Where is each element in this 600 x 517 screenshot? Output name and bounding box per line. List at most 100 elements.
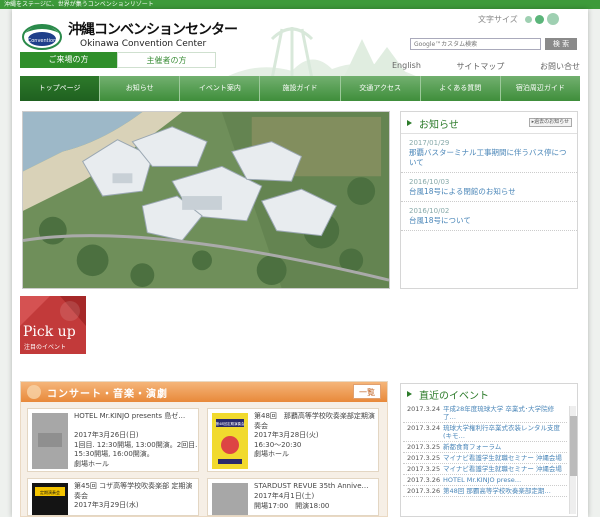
nav-top-page[interactable]: トップページ — [20, 76, 101, 101]
nav-access[interactable]: 交通アクセス — [340, 76, 421, 101]
recent-event-link[interactable]: 琉球大学権利行卒業式衣装レンタル支度(キモ… — [443, 424, 567, 440]
tagline: 沖縄をステージに、世界が集うコンベンションリゾート — [4, 1, 154, 8]
link-english[interactable]: English — [392, 61, 421, 73]
news-date: 2017/01/29 — [409, 139, 450, 147]
recent-event-link[interactable]: 平成28年度琉球大学 卒業式･大学院修了… — [443, 405, 567, 421]
recent-event-link[interactable]: 第48回 那覇高等学校吹奏楽部定期… — [443, 487, 567, 495]
event-poster-graphic: 定期演奏会 — [32, 483, 68, 515]
site-search-input[interactable] — [410, 38, 541, 50]
concert-section: コンサート・音楽・演劇 一覧 HOTEL Mr.KINJO presents 島… — [20, 381, 388, 517]
event-info: 第45回 コザ高等学校吹奏楽部 定期演奏会 2017年3月29日(水) — [74, 482, 198, 511]
news-link[interactable]: 台風18号について — [409, 216, 569, 226]
recent-bullet-icon — [407, 391, 412, 397]
event-card[interactable]: 定期演奏会 第45回 コザ高等学校吹奏楽部 定期演奏会 2017年3月29日(水… — [27, 478, 199, 516]
font-size-control: 文字サイズ — [478, 13, 559, 25]
list-item[interactable]: 2017.3.26 第48回 那覇高等学校吹奏楽部定期… — [403, 486, 567, 497]
recent-event-date: 2017.3.26 — [407, 476, 441, 484]
logo-emblem-text: Convention — [28, 38, 57, 44]
pickup-title: Pick up — [23, 324, 76, 340]
event-poster-text: 定期演奏会 — [40, 489, 60, 495]
news-panel: お知らせ ▸過去のお知らせ 2017/01/29 那覇バスターミナル工事期間に伴… — [400, 111, 578, 289]
concert-title: コンサート・音楽・演劇 — [47, 389, 168, 400]
nav-faq[interactable]: よくある質問 — [420, 76, 501, 101]
recent-event-date: 2017.3.25 — [407, 443, 441, 451]
news-link[interactable]: 台風18号による閉館のお知らせ — [409, 187, 569, 197]
list-item[interactable]: 2017.3.25 新都食育フォーラム — [403, 442, 567, 453]
font-size-medium-button[interactable] — [534, 14, 544, 24]
event-detail: 開場17:00 開演18:00 — [254, 501, 330, 510]
event-date: 2017年3月29日(水) — [74, 501, 139, 509]
page-container: Convention 沖縄コンベンションセンター Okinawa Convent… — [12, 9, 588, 517]
event-poster: 第48回定期演奏会 — [212, 413, 248, 469]
logo-emblem-icon: Convention — [22, 24, 62, 50]
event-title[interactable]: 第45回 コザ高等学校吹奏楽部 定期演奏会 — [74, 482, 198, 501]
event-detail: 1回目. 12:30開場, 13:00開演。2回目. 15:30開場, 16:0… — [74, 440, 198, 459]
event-detail: 16:30～20:30 — [254, 440, 302, 449]
event-thumbnail — [32, 413, 68, 469]
scrollbar-thumb[interactable] — [570, 416, 577, 476]
recent-event-link[interactable]: マイナビ看護学生就職セミナー 沖縄会場 — [443, 465, 567, 473]
event-date: 2017年4月1日(土) — [254, 492, 315, 500]
nav-news[interactable]: お知らせ — [100, 76, 181, 101]
audience-tabs: ご来場の方 主催者の方 — [20, 52, 216, 68]
nav-accommodation[interactable]: 宿泊周辺ガイド — [500, 76, 580, 101]
recent-events-panel: 直近のイベント 2017.3.24 平成28年度琉球大学 卒業式･大学院修了… 2… — [400, 383, 578, 517]
news-item[interactable]: 2016/10/03 台風18号による閉館のお知らせ — [401, 173, 577, 202]
pickup-banner[interactable]: Pick up 注目のイベント — [20, 296, 86, 354]
event-title[interactable]: 第48回 那覇高等学校吹奏楽部定期演奏会 — [254, 412, 378, 431]
concert-list-button[interactable]: 一覧 — [353, 384, 381, 399]
event-poster-text: 第48回定期演奏会 — [216, 421, 245, 426]
event-card[interactable]: STARDUST REVUE 35th Annive… 2017年4月1日(土)… — [207, 478, 379, 516]
site-logo[interactable]: Convention 沖縄コンベンションセンター Okinawa Convent… — [20, 13, 238, 55]
event-card[interactable]: HOTEL Mr.KINJO presents 島ゼ… 2017年3月26日(日… — [27, 408, 199, 472]
event-date: 2017年3月26日(日) — [74, 431, 139, 439]
list-item[interactable]: 2017.3.25 マイナビ看護学生就職セミナー 沖縄会場 — [403, 464, 567, 475]
event-venue: 劇場ホール — [254, 450, 289, 458]
event-info: HOTEL Mr.KINJO presents 島ゼ… 2017年3月26日(日… — [74, 412, 198, 469]
event-title[interactable]: HOTEL Mr.KINJO presents 島ゼ… — [74, 412, 198, 431]
recent-event-link[interactable]: 新都食育フォーラム — [443, 443, 567, 451]
event-poster-graphic: 第48回定期演奏会 — [212, 413, 248, 469]
logo-english-name: Okinawa Convention Center — [80, 39, 207, 49]
news-header: お知らせ ▸過去のお知らせ — [401, 112, 577, 134]
past-news-link[interactable]: ▸過去のお知らせ — [528, 118, 572, 127]
news-date: 2016/10/02 — [409, 207, 450, 215]
utility-links: English サイトマップ お問い合せ — [392, 61, 580, 73]
news-item[interactable]: 2017/01/29 那覇バスターミナル工事期間に伴うバス停について — [401, 134, 577, 173]
event-info: STARDUST REVUE 35th Annive… 2017年4月1日(土)… — [254, 482, 378, 511]
news-title: お知らせ — [419, 120, 459, 131]
hero-aerial-photo — [22, 111, 390, 289]
recent-events-list: 2017.3.24 平成28年度琉球大学 卒業式･大学院修了… 2017.3.24… — [403, 404, 567, 516]
nav-facility-guide[interactable]: 施設ガイド — [260, 76, 341, 101]
list-item[interactable]: 2017.3.26 HOTEL Mr.KINJO prese… — [403, 475, 567, 486]
link-contact[interactable]: お問い合せ — [540, 61, 580, 73]
search-button[interactable]: 検 索 — [545, 38, 577, 50]
list-item[interactable]: 2017.3.25 マイナビ看護学生就職セミナー 沖縄会場 — [403, 453, 567, 464]
recent-event-date: 2017.3.25 — [407, 465, 441, 473]
font-size-small-button[interactable] — [524, 15, 532, 23]
concert-decoration-icon — [27, 385, 41, 399]
font-size-large-button[interactable] — [546, 13, 559, 25]
recent-event-date: 2017.3.25 — [407, 454, 441, 462]
recent-event-date: 2017.3.26 — [407, 487, 441, 495]
no-image-placeholder-icon — [212, 483, 248, 515]
no-image-placeholder-icon — [32, 413, 68, 469]
event-title[interactable]: STARDUST REVUE 35th Annive… — [254, 482, 378, 492]
recent-event-link[interactable]: マイナビ看護学生就職セミナー 沖縄会場 — [443, 454, 567, 462]
font-size-label: 文字サイズ — [478, 14, 518, 24]
news-link[interactable]: 那覇バスターミナル工事期間に伴うバス停について — [409, 148, 569, 168]
list-item[interactable]: 2017.3.24 平成28年度琉球大学 卒業式･大学院修了… — [403, 404, 567, 423]
nav-events[interactable]: イベント案内 — [180, 76, 261, 101]
tab-visitors[interactable]: ご来場の方 — [20, 52, 117, 68]
event-card[interactable]: 第48回定期演奏会 第48回 那覇高等学校吹奏楽部定期演奏会 2017年3月28… — [207, 408, 379, 472]
link-sitemap[interactable]: サイトマップ — [456, 61, 504, 73]
event-info: 第48回 那覇高等学校吹奏楽部定期演奏会 2017年3月28日(火) 16:30… — [254, 412, 378, 460]
list-item[interactable]: 2017.3.24 琉球大学権利行卒業式衣装レンタル支度(キモ… — [403, 423, 567, 442]
recent-events-scrollbar[interactable] — [569, 406, 577, 514]
top-tagline-bar: 沖縄をステージに、世界が集うコンベンションリゾート — [0, 0, 600, 9]
pickup-subtitle: 注目のイベント — [24, 344, 67, 351]
news-item[interactable]: 2016/10/02 台風18号について — [401, 202, 577, 231]
event-poster: 定期演奏会 — [32, 483, 68, 515]
tab-organizers[interactable]: 主催者の方 — [117, 52, 216, 68]
recent-event-link[interactable]: HOTEL Mr.KINJO prese… — [443, 476, 567, 484]
